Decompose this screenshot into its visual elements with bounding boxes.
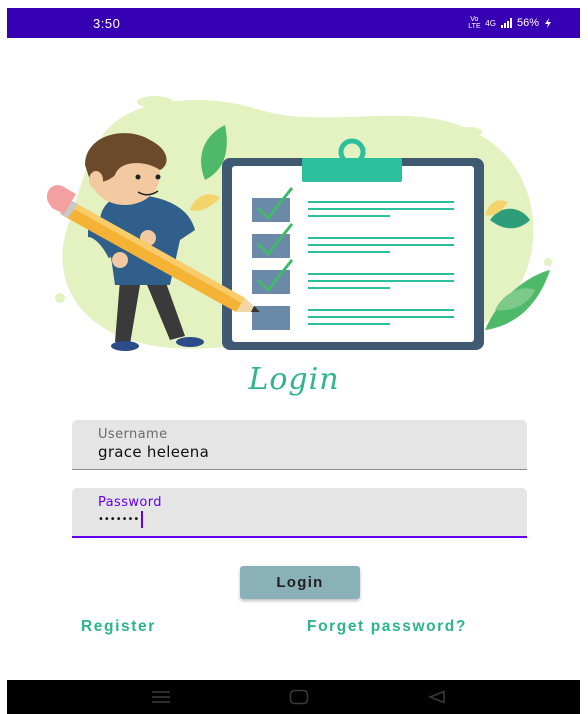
back-icon[interactable] [407, 680, 467, 714]
charging-icon [545, 18, 551, 28]
blob-dot [544, 258, 552, 266]
status-icons: Vo LTE 4G 56% [468, 16, 552, 30]
status-time: 3:50 [93, 15, 121, 31]
password-label: Password [98, 495, 162, 510]
username-label: Username [98, 427, 168, 442]
navigation-bar [7, 680, 580, 714]
signal-icon [500, 18, 512, 28]
register-link[interactable]: Register [81, 618, 156, 636]
volte-icon: Vo LTE [468, 16, 481, 30]
menu-icon[interactable] [131, 680, 191, 714]
username-field[interactable]: Username grace heleena [72, 420, 527, 470]
blob-dot [458, 127, 482, 137]
home-icon[interactable] [269, 680, 329, 714]
page-title: Login [248, 362, 340, 397]
forgot-password-link[interactable]: Forget password? [307, 618, 467, 636]
network-type: 4G [485, 18, 496, 28]
login-button[interactable]: Login [240, 566, 360, 599]
text-cursor [141, 511, 144, 528]
person-with-pencil-checklist-illustration [46, 96, 552, 351]
battery-percent: 56% [516, 17, 539, 29]
blob-dot [137, 96, 173, 108]
password-field[interactable]: Password ••••••• [72, 488, 527, 538]
password-value[interactable]: ••••••• [98, 514, 139, 525]
blob-dot [73, 277, 79, 283]
username-value[interactable]: grace heleena [98, 443, 527, 461]
blob-dot [55, 293, 65, 303]
status-bar: 3:50 Vo LTE 4G 56% [7, 8, 580, 38]
